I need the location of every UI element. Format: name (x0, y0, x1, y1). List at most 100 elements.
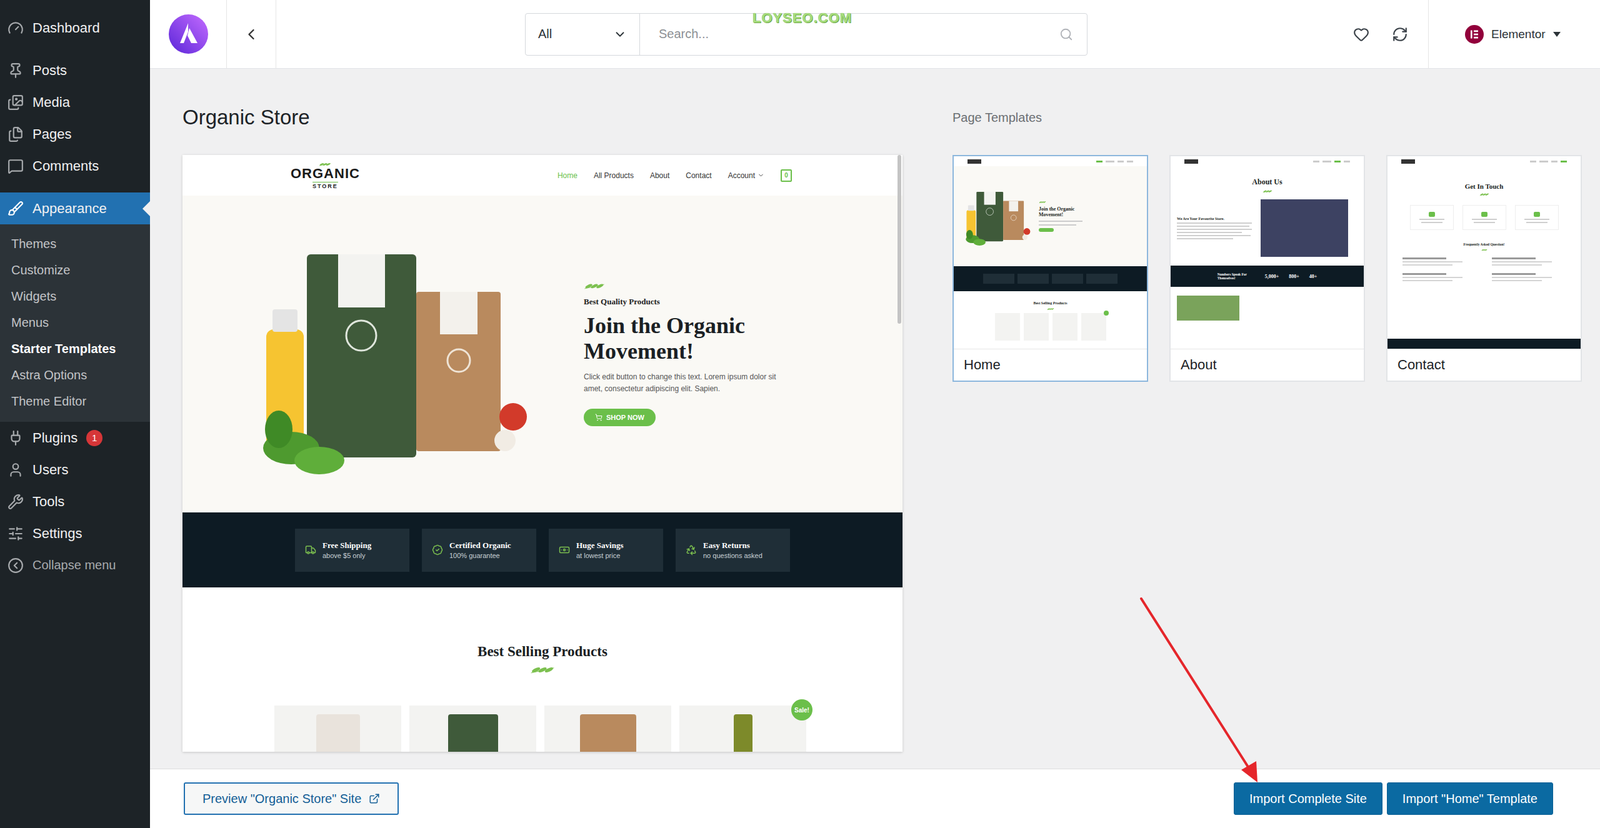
shop-now-button[interactable]: SHOP NOW (583, 408, 656, 427)
feature-box: Huge Savingsat lowest price (548, 528, 664, 572)
sidebar-item-label: Dashboard (32, 20, 100, 37)
site-nav-item[interactable]: All Products (593, 171, 634, 180)
sidebar-item[interactable]: Settings (0, 517, 150, 550)
back-button[interactable] (226, 0, 277, 69)
sidebar-submenu: ThemesCustomizeWidgetsMenusStarter Templ… (0, 224, 150, 422)
builder-select[interactable]: Elementor (1428, 0, 1600, 69)
sidebar-item[interactable]: Dashboard (0, 11, 150, 44)
hero-eyebrow: Best Quality Products (583, 296, 809, 307)
template-card[interactable]: About UsWe Are Your Favourite Store.Numb… (1169, 155, 1365, 382)
site-preview[interactable]: ORGANICSTORE Home All Products About Contact… (182, 155, 903, 752)
sidebar-item[interactable]: Posts (0, 54, 150, 87)
cart-count[interactable]: 0 (780, 169, 792, 182)
site-nav-item[interactable]: Home (557, 171, 578, 180)
leaves-icon (1262, 189, 1273, 194)
feature-box: Easy Returnsno questions asked (675, 528, 790, 572)
sidebar-item-label: Users (32, 461, 69, 479)
thumb-subheading: We Are Your Favourite Store. (1176, 216, 1225, 221)
preview-site-button[interactable]: Preview "Organic Store" Site (183, 782, 399, 815)
hero-headline: Join the Organic Movement! (583, 313, 809, 365)
submenu-item[interactable]: Theme Editor (0, 388, 150, 415)
search-input[interactable]: Search... (640, 13, 1087, 55)
submenu-item[interactable]: Customize (0, 256, 150, 284)
certified-icon (431, 544, 444, 556)
product-card[interactable] (409, 705, 537, 752)
leaves-icon (318, 161, 332, 167)
template-card[interactable]: Join the Organic Movement! Best Selling P… (952, 155, 1149, 382)
refresh-icon (1391, 26, 1409, 43)
import-button[interactable]: Import "Home" Template (1386, 782, 1554, 815)
submenu-item[interactable]: Starter Templates (0, 335, 150, 362)
feature-box: Certified Organic100% guarantee (421, 528, 537, 572)
sidebar-item[interactable]: Pages (0, 118, 150, 150)
comments-icon (7, 158, 24, 175)
thumb-header (953, 156, 1147, 167)
product-card[interactable] (274, 705, 402, 752)
search-icon (1059, 27, 1074, 42)
template-thumbnail: About UsWe Are Your Favourite Store.Numb… (1170, 156, 1364, 349)
thumb-stats-band: Numbers Speak For Themselves!5,000+800+4… (1170, 265, 1364, 287)
submenu-item[interactable]: Astra Options (0, 361, 150, 389)
import-button[interactable]: Import Complete Site (1233, 782, 1383, 815)
returns-icon (685, 544, 697, 556)
submenu-item[interactable]: Themes (0, 230, 150, 257)
site-nav-item[interactable]: Account (728, 171, 765, 180)
pin-icon (7, 62, 24, 79)
sidebar-item[interactable]: Appearance (0, 192, 150, 225)
thumb-heading: Get In Touch (1465, 182, 1504, 190)
favorites-button[interactable] (1341, 0, 1381, 69)
thumb-stat: 5,000+ (1265, 273, 1280, 280)
sidebar-item-label: Pages (32, 126, 72, 143)
site-logo: ORGANICSTORE (290, 161, 360, 190)
filter-select[interactable]: All (525, 13, 640, 55)
template-label: About (1170, 348, 1364, 381)
sidebar-item[interactable]: Tools (0, 485, 150, 518)
sidebar-item[interactable]: Comments (0, 150, 150, 182)
collapse-menu[interactable]: Collapse menu (0, 549, 150, 582)
site-nav-item[interactable]: Contact (685, 171, 712, 180)
site-header: ORGANICSTORE Home All Products About Contact… (182, 155, 903, 196)
astra-logo-icon[interactable] (168, 14, 209, 54)
sidebar-item[interactable]: Plugins1 (0, 421, 150, 454)
sync-button[interactable] (1380, 0, 1420, 69)
sidebar-item[interactable]: Users (0, 453, 150, 486)
media-icon (7, 94, 24, 111)
submenu-item[interactable]: Menus (0, 309, 150, 336)
site-nav-item[interactable]: About (650, 171, 670, 180)
thumb-hero: Join the Organic Movement! (953, 166, 1147, 267)
sidebar-separator (0, 43, 150, 55)
dashboard-icon (7, 20, 24, 37)
leaves-icon (583, 281, 605, 291)
sidebar-item[interactable]: Media (0, 86, 150, 119)
elementor-logo-icon (1465, 25, 1484, 44)
leaves-icon (530, 665, 555, 675)
wrench-icon (7, 493, 24, 510)
feature-box: Free Shippingabove $5 only (295, 528, 410, 572)
site-hero: Best Quality Products Join the Organic Mo… (182, 195, 903, 513)
pages-icon (7, 126, 24, 143)
submenu-item[interactable]: Widgets (0, 283, 150, 310)
template-card[interactable]: Get In Touch Frequently Asked Question! Co… (1386, 155, 1582, 382)
thumb-photo (1176, 295, 1240, 321)
chevron-down-icon (613, 27, 627, 42)
search-group: AllSearch... (525, 13, 1088, 56)
thumb-header (1387, 156, 1581, 167)
sidebar-item-label: Comments (32, 158, 99, 175)
template-label: Contact (1387, 348, 1581, 381)
thumb-stat: 40+ (1309, 273, 1318, 280)
scrollbar-thumb[interactable] (897, 155, 902, 324)
product-card[interactable] (544, 705, 672, 752)
thumb-footer (1387, 338, 1581, 349)
leaves-icon (1481, 248, 1488, 252)
thumb-section-title: Best Selling Products (1033, 301, 1067, 305)
sale-badge: Sale! (791, 699, 813, 721)
page-title: Organic Store (182, 98, 903, 137)
chevron-down-icon (757, 171, 765, 179)
sidebar-item-label: Appearance (32, 200, 107, 217)
user-icon (7, 461, 24, 479)
thumb-section-title: Frequently Asked Question! (1463, 242, 1505, 247)
brush-icon (7, 200, 24, 217)
admin-sidebar: Dashboard PostsMedia Pages Comments Appearan… (0, 0, 150, 828)
sidebar-item-label: Tools (32, 493, 65, 510)
product-card[interactable]: Sale! (679, 705, 807, 752)
